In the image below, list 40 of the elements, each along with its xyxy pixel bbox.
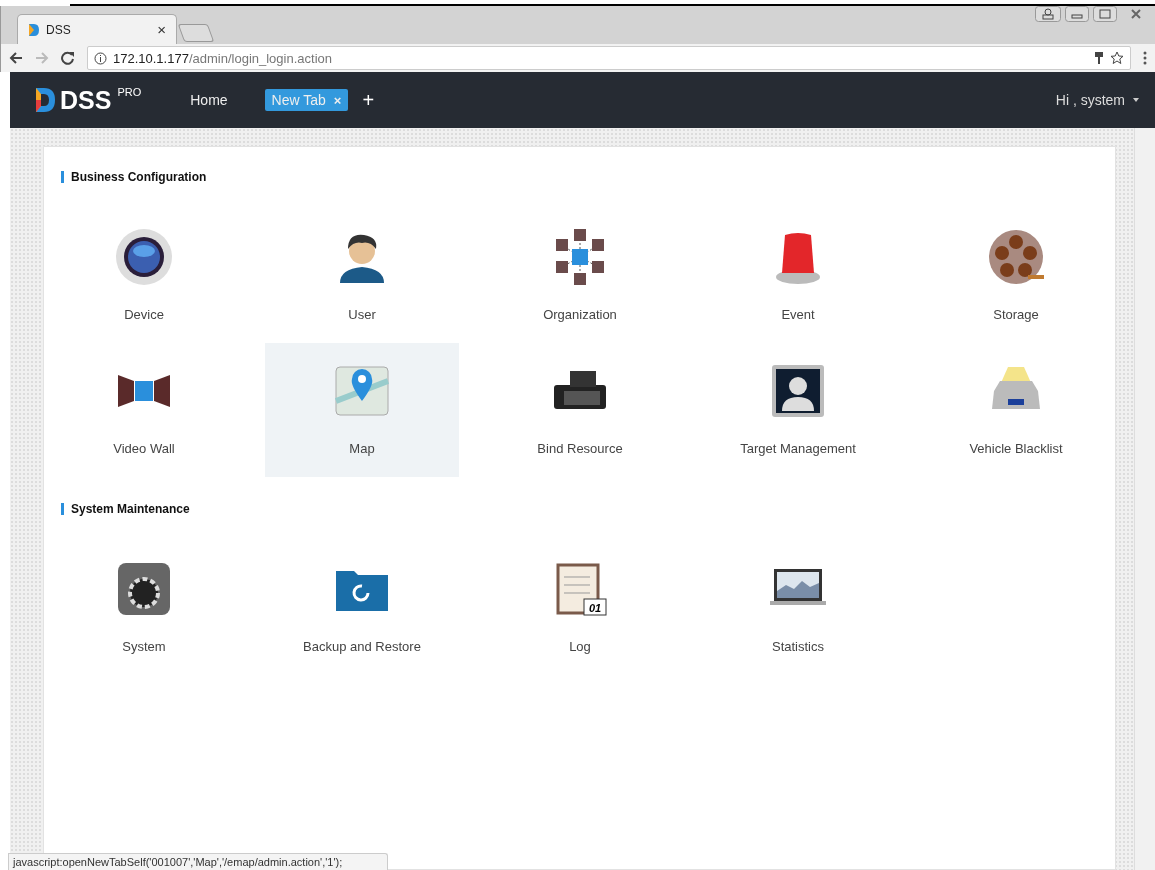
module-tile[interactable]: Event (701, 209, 895, 343)
tab-title: DSS (46, 22, 72, 37)
user-menu[interactable]: Hi , system (1055, 92, 1125, 108)
logo-superscript-text: PRO (117, 86, 142, 98)
more-icon[interactable] (1143, 51, 1147, 65)
module-tile[interactable]: Organization (483, 209, 677, 343)
info-icon (94, 51, 107, 65)
section-title: System Maintenance (61, 503, 1115, 515)
module-tile[interactable]: Target Management (701, 343, 895, 477)
module-tile[interactable]: Device (47, 209, 241, 343)
scrollbar[interactable] (1134, 128, 1155, 870)
module-tile[interactable]: Bind Resource (483, 343, 677, 477)
module-tile[interactable]: System (47, 541, 241, 675)
film-reel-icon (986, 227, 1046, 287)
logo-icon (34, 87, 56, 113)
module-tile[interactable]: Storage (919, 209, 1113, 343)
camera-lens-icon (114, 227, 174, 287)
module-tile[interactable]: Vehicle Blacklist (919, 343, 1113, 477)
module-tile[interactable]: Video Wall (47, 343, 241, 477)
browser-tab[interactable]: DSS × (17, 14, 177, 44)
status-bar: javascript:openNewTabSelf('001007','Map','/emap/admin.action','1'); (8, 853, 388, 870)
add-tab-button[interactable]: + (362, 88, 375, 112)
module-tile[interactable]: Statistics (701, 541, 895, 675)
tab-close-button[interactable]: × (157, 21, 166, 38)
url-path: /admin/login_login.action (188, 50, 333, 66)
module-tile[interactable]: Map (265, 343, 459, 477)
address-bar[interactable]: 172.10.1.177/admin/login_login.action (87, 46, 1131, 70)
module-tile[interactable]: 01 Log (483, 541, 677, 675)
logo-icon (28, 22, 40, 37)
back-arrow-icon[interactable] (9, 51, 23, 65)
module-tile[interactable]: User (265, 209, 459, 343)
logo-text: DSS (60, 85, 112, 115)
url-host: 172.10.1.177 (113, 50, 189, 66)
module-tile[interactable]: Backup and Restore (265, 541, 459, 675)
nav-tab[interactable]: Home (183, 89, 235, 111)
section-title: Business Configuration (61, 171, 1115, 183)
profile-icon[interactable] (1035, 6, 1061, 22)
star-icon[interactable] (1110, 51, 1124, 65)
reload-icon[interactable] (61, 51, 75, 65)
caret-icon (1133, 98, 1139, 102)
